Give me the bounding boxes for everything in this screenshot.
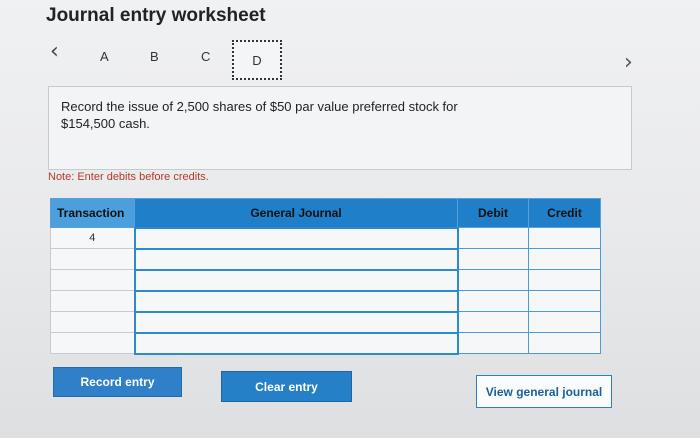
table-row: 4: [50, 226, 601, 250]
worksheet-page: Journal entry worksheet ‹ A B C D › Reco…: [0, 0, 700, 438]
credit-input[interactable]: [528, 248, 601, 270]
credit-input[interactable]: [528, 311, 601, 333]
account-input[interactable]: [133, 268, 459, 292]
column-header-general-journal: General Journal: [134, 198, 458, 228]
journal-table: Transaction General Journal Debit Credit…: [50, 198, 601, 355]
debit-input[interactable]: [457, 269, 529, 291]
tab-b[interactable]: B: [150, 49, 159, 64]
column-header-debit: Debit: [457, 198, 529, 228]
transaction-cell: [50, 290, 135, 312]
table-row: [50, 268, 601, 292]
debit-input[interactable]: [457, 332, 529, 354]
credit-input[interactable]: [528, 227, 601, 249]
credit-input[interactable]: [528, 269, 601, 291]
table-row: [50, 247, 601, 271]
account-input[interactable]: [133, 247, 459, 271]
debit-input[interactable]: [457, 227, 529, 249]
transaction-cell: [50, 332, 135, 354]
tab-c[interactable]: C: [201, 49, 210, 64]
debit-input[interactable]: [457, 248, 529, 270]
table-row: [50, 331, 601, 355]
credit-input[interactable]: [528, 332, 601, 354]
note-text: Note: Enter debits before credits.: [48, 171, 209, 183]
transaction-cell: [50, 248, 135, 270]
column-header-transaction: Transaction: [50, 198, 135, 228]
transaction-cell: [50, 311, 135, 333]
prompt-text-line-1: Record the issue of 2,500 shares of $50 …: [61, 99, 458, 114]
account-input[interactable]: [133, 289, 459, 313]
prompt-box: Record the issue of 2,500 shares of $50 …: [48, 86, 632, 170]
prompt-text-line-2: $154,500 cash.: [61, 116, 150, 131]
account-input[interactable]: [133, 331, 459, 355]
transaction-cell: [50, 269, 135, 291]
column-header-credit: Credit: [528, 198, 601, 228]
chevron-left-icon[interactable]: ‹: [50, 41, 59, 63]
table-header-row: Transaction General Journal Debit Credit: [50, 198, 601, 228]
account-input[interactable]: [133, 310, 459, 334]
chevron-right-icon[interactable]: ›: [624, 52, 633, 74]
record-entry-button[interactable]: Record entry: [53, 367, 182, 397]
clear-entry-button[interactable]: Clear entry: [221, 371, 352, 402]
tab-a[interactable]: A: [100, 49, 109, 64]
tab-d[interactable]: D: [232, 40, 282, 80]
debit-input[interactable]: [457, 311, 529, 333]
table-row: [50, 310, 601, 334]
transaction-cell: 4: [50, 227, 135, 249]
credit-input[interactable]: [528, 290, 601, 312]
table-row: [50, 289, 601, 313]
debit-input[interactable]: [457, 290, 529, 312]
page-title: Journal entry worksheet: [46, 5, 266, 26]
view-general-journal-button[interactable]: View general journal: [476, 375, 612, 408]
account-input[interactable]: [133, 226, 459, 250]
